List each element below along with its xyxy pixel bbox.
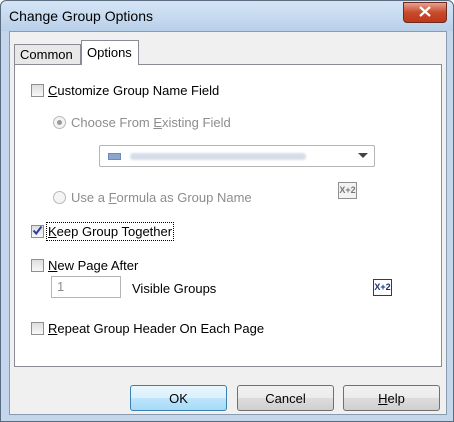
repeat-group-header-checkbox[interactable] (31, 322, 44, 335)
customize-group-name-checkbox[interactable] (31, 84, 44, 97)
tab-common[interactable]: Common (14, 44, 81, 64)
repeat-group-header-row[interactable]: Repeat Group Header On Each Page (31, 321, 264, 336)
keep-group-together-checkbox[interactable] (31, 225, 44, 238)
new-page-formula-button[interactable]: X+2 (373, 279, 392, 296)
choose-existing-field-radio[interactable] (53, 116, 66, 129)
use-formula-row[interactable]: Use a Formula as Group Name (53, 190, 252, 205)
help-button[interactable]: Help (343, 385, 440, 411)
choose-existing-field-row[interactable]: Choose From Existing Field (53, 115, 231, 130)
options-tab-panel: Customize Group Name Field Choose From E… (14, 64, 442, 367)
dialog-client-area: Common Options Customize Group Name Fiel… (9, 31, 447, 415)
customize-group-name-row[interactable]: Customize Group Name Field (31, 83, 219, 98)
tab-options[interactable]: Options (81, 40, 139, 65)
title-bar[interactable]: Change Group Options (1, 1, 453, 31)
tab-options-label: Options (87, 45, 132, 60)
ok-button-label: OK (169, 390, 188, 406)
ok-button[interactable]: OK (130, 385, 227, 411)
new-page-after-checkbox[interactable] (31, 259, 44, 272)
chevron-down-icon (358, 153, 368, 158)
visible-groups-input[interactable]: 1 (51, 276, 121, 298)
use-formula-radio[interactable] (53, 191, 66, 204)
use-formula-label: Use a Formula as Group Name (71, 190, 252, 205)
customize-group-name-label: Customize Group Name Field (48, 83, 220, 98)
repeat-group-header-label: Repeat Group Header On Each Page (48, 321, 265, 336)
close-icon (419, 5, 431, 20)
close-button[interactable] (403, 2, 447, 23)
formula-icon: X+2 (374, 282, 391, 292)
new-page-after-row[interactable]: New Page After (31, 258, 138, 273)
window-title: Change Group Options (9, 8, 153, 24)
cancel-button[interactable]: Cancel (237, 385, 334, 411)
visible-groups-label: Visible Groups (132, 281, 217, 296)
check-icon (32, 224, 43, 239)
help-button-label: Help (378, 390, 405, 406)
group-name-formula-button[interactable]: X+2 (338, 182, 357, 199)
choose-existing-field-label: Choose From Existing Field (71, 115, 231, 130)
formula-icon: X+2 (339, 185, 356, 195)
database-field-icon (108, 153, 121, 160)
tab-common-label: Common (20, 47, 73, 62)
redacted-field-value (130, 153, 306, 160)
keep-group-together-row[interactable]: Keep Group Together (31, 222, 175, 241)
existing-field-dropdown[interactable] (99, 145, 375, 167)
dialog-window: Change Group Options Common Options Cust… (0, 0, 454, 422)
cancel-button-label: Cancel (265, 390, 306, 406)
keep-group-together-label: Keep Group Together (45, 222, 175, 241)
new-page-after-label: New Page After (48, 258, 139, 273)
